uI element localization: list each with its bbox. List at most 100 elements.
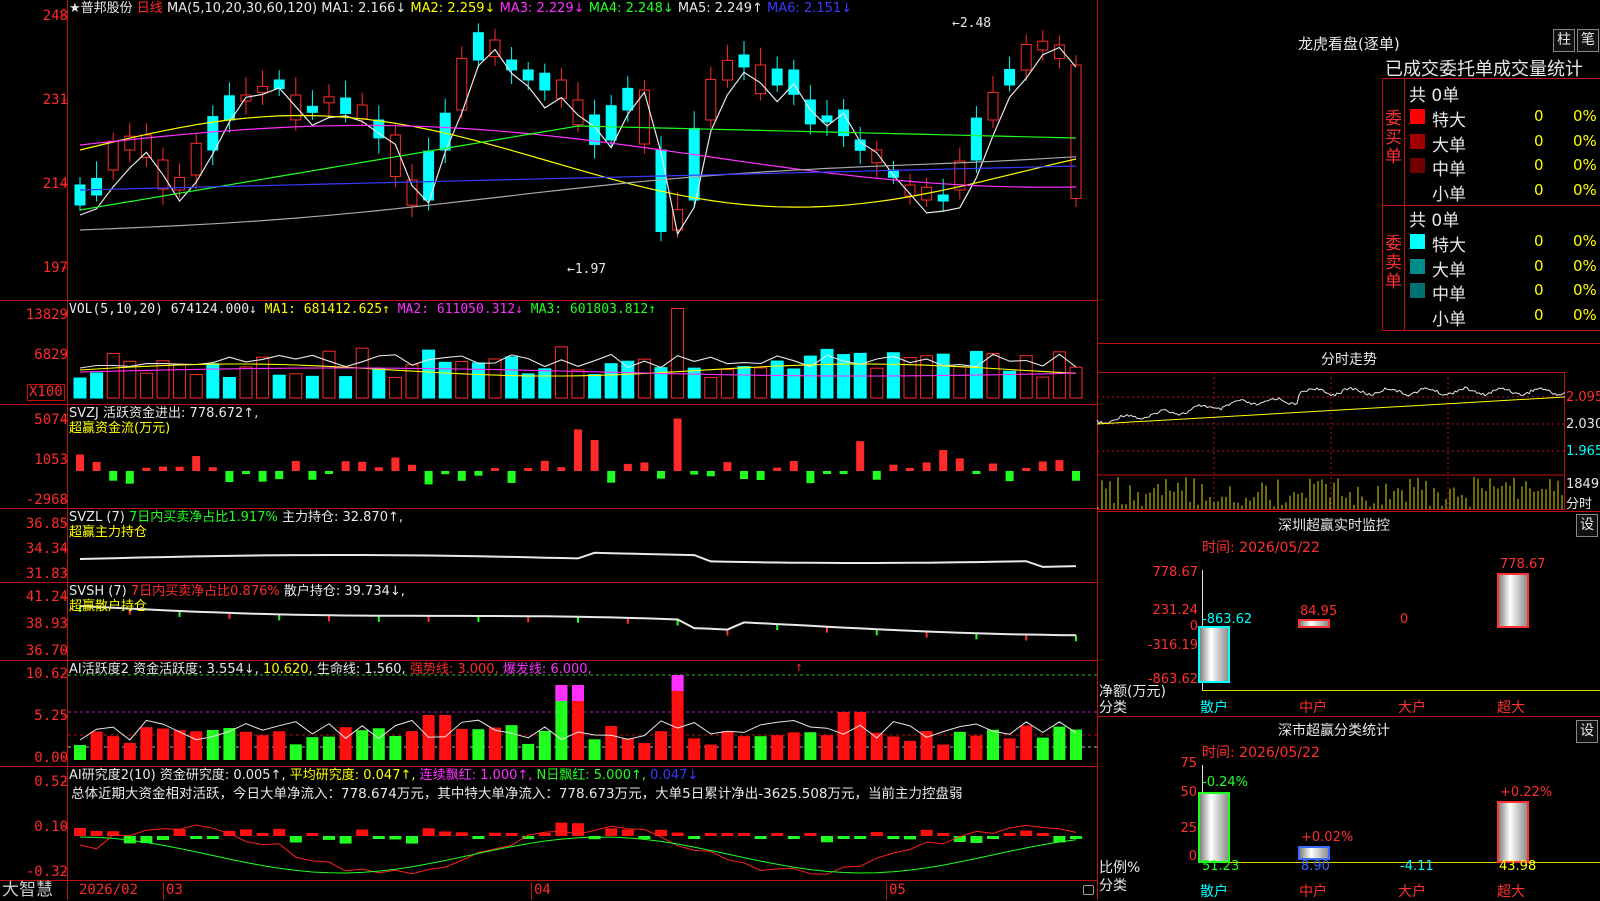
ai2-avg: 平均研究度: 0.047↑, xyxy=(289,768,416,783)
lock-icon[interactable] xyxy=(1083,885,1094,895)
fundflow-bar xyxy=(989,463,997,471)
activity-bar xyxy=(389,736,402,760)
stock-name[interactable]: ★普邦股份 xyxy=(69,1,133,16)
activity-bar xyxy=(190,731,203,760)
ai2-summary: 总体近期大资金相对活跃，今日大单净流入：778.674万元，其中特大单净流入：7… xyxy=(71,786,963,802)
fundflow-bar xyxy=(192,456,201,471)
volume-bar xyxy=(920,355,934,399)
date-label-feb: 2026/02 xyxy=(79,882,139,898)
brand-logo[interactable]: 大智慧 xyxy=(2,881,53,900)
activity-bar xyxy=(754,736,767,760)
sz-monitor-val-0: -863.62 xyxy=(1202,612,1253,627)
fundflow-bar xyxy=(408,464,416,471)
dragon-title: 龙虎看盘(逐单) xyxy=(1298,35,1400,53)
research-bar xyxy=(256,833,269,836)
research-bar xyxy=(738,833,750,836)
activity-bar xyxy=(273,731,286,760)
volume-bar xyxy=(405,364,419,399)
activity-bar xyxy=(107,736,120,760)
sell-row-pct-2: 0% xyxy=(1573,281,1597,299)
svzj-axis-top: 5074 xyxy=(34,412,68,428)
research-bar xyxy=(987,836,999,839)
candle-body xyxy=(672,209,684,231)
activity-bar xyxy=(771,735,784,760)
ai1-arrow: ↑ xyxy=(795,660,803,675)
sz-class-bar-super xyxy=(1497,801,1529,863)
period-label[interactable]: 日线 xyxy=(137,1,163,16)
activity-bar xyxy=(289,744,302,760)
candle-body xyxy=(1020,43,1032,71)
sell-row-pct-3: 0% xyxy=(1573,305,1597,324)
ma1-value: MA1: 2.166↓ xyxy=(321,1,407,16)
fundflow-bar xyxy=(142,467,151,471)
buy-row-count-2: 0 xyxy=(1534,156,1544,174)
volume-bar xyxy=(1069,366,1083,399)
svzl-axis-bot: 31.83 xyxy=(25,566,68,582)
activity-bar xyxy=(953,731,966,760)
ai2-axis-bot: -0.32 xyxy=(25,864,68,880)
fundflow-bar xyxy=(640,462,649,471)
volume-bar xyxy=(986,353,1000,399)
sz-class-settings-button[interactable]: 设 xyxy=(1576,720,1598,743)
fundflow-bar xyxy=(972,471,981,474)
activity-bar xyxy=(821,735,833,760)
candle-body xyxy=(721,59,733,81)
sz-monitor-val-1: 84.95 xyxy=(1300,604,1338,619)
research-bar xyxy=(157,836,169,840)
volume-bar xyxy=(704,376,718,399)
candle-body xyxy=(705,78,717,121)
volume-bar xyxy=(521,373,535,399)
activity-bar xyxy=(655,731,667,760)
sz-monitor-time: 时间: 2026/05/22 xyxy=(1202,540,1320,556)
sz-monitor-settings-button[interactable]: 设 xyxy=(1576,514,1598,537)
ma5-value: MA5: 2.249↑ xyxy=(677,1,763,16)
bar-mode-button[interactable]: 柱 xyxy=(1553,29,1575,52)
sz-monitor-axis-1: 231.24 xyxy=(1152,603,1199,618)
volume-bar xyxy=(571,369,585,399)
buy-row-pct-2: 0% xyxy=(1573,156,1597,174)
svsh-subtitle: 超赢散户持仓 xyxy=(69,599,148,614)
volume-bar xyxy=(604,363,618,399)
svsh-pct: 7日内买卖净占比0.876% xyxy=(130,584,280,599)
fundflow-bar xyxy=(673,418,682,471)
research-bar xyxy=(821,836,833,843)
activity-bar xyxy=(372,728,385,760)
candle-body xyxy=(1004,68,1016,86)
fundflow-bar xyxy=(723,462,732,471)
fundflow-bar xyxy=(1005,471,1014,482)
activity-bar xyxy=(439,715,452,760)
activity-bar xyxy=(1070,729,1082,760)
volume-bar xyxy=(488,358,502,399)
sz-class-xlabel: 分类 xyxy=(1099,878,1127,894)
fundflow-bar xyxy=(574,429,582,471)
volume-bar xyxy=(322,350,336,399)
dragon-subtitle: 已成交委托单成交量统计 xyxy=(1385,59,1583,80)
volume-bar xyxy=(239,366,253,399)
candle-body xyxy=(323,96,335,104)
ai2-axis-top: 0.52 xyxy=(34,774,68,790)
research-bar xyxy=(306,833,319,836)
buy-total: 共 0单 xyxy=(1409,86,1460,106)
candle-body xyxy=(987,91,999,121)
research-bar xyxy=(173,829,186,836)
sell-row-pct-0: 0% xyxy=(1573,232,1597,250)
fundflow-bar xyxy=(92,461,101,471)
fundflow-bar xyxy=(291,460,300,471)
volume-bar xyxy=(720,369,734,399)
ma3-value: MA3: 2.229↓ xyxy=(499,1,585,16)
research-bar xyxy=(754,836,767,839)
activity-bar xyxy=(240,731,252,760)
activity-bar xyxy=(522,743,535,760)
tick-mode-button[interactable]: 笔 xyxy=(1577,29,1599,52)
candle-body xyxy=(107,140,119,171)
sz-monitor-cat-3: 超大 xyxy=(1497,700,1525,716)
sz-class-time: 时间: 2026/05/22 xyxy=(1202,745,1320,761)
candle-body xyxy=(589,114,601,145)
ai1-activity: 资金活跃度: 3.554↓, xyxy=(133,662,259,677)
fundflow-bar xyxy=(474,471,483,476)
candle-body xyxy=(638,89,650,145)
ai2-cont: 连续飘红: 1.000↑, xyxy=(419,768,533,783)
ai1-header: AI活跃度2 xyxy=(69,662,129,677)
volume-bar xyxy=(388,376,402,399)
vol-header: VOL(5,10,20) xyxy=(69,302,163,317)
